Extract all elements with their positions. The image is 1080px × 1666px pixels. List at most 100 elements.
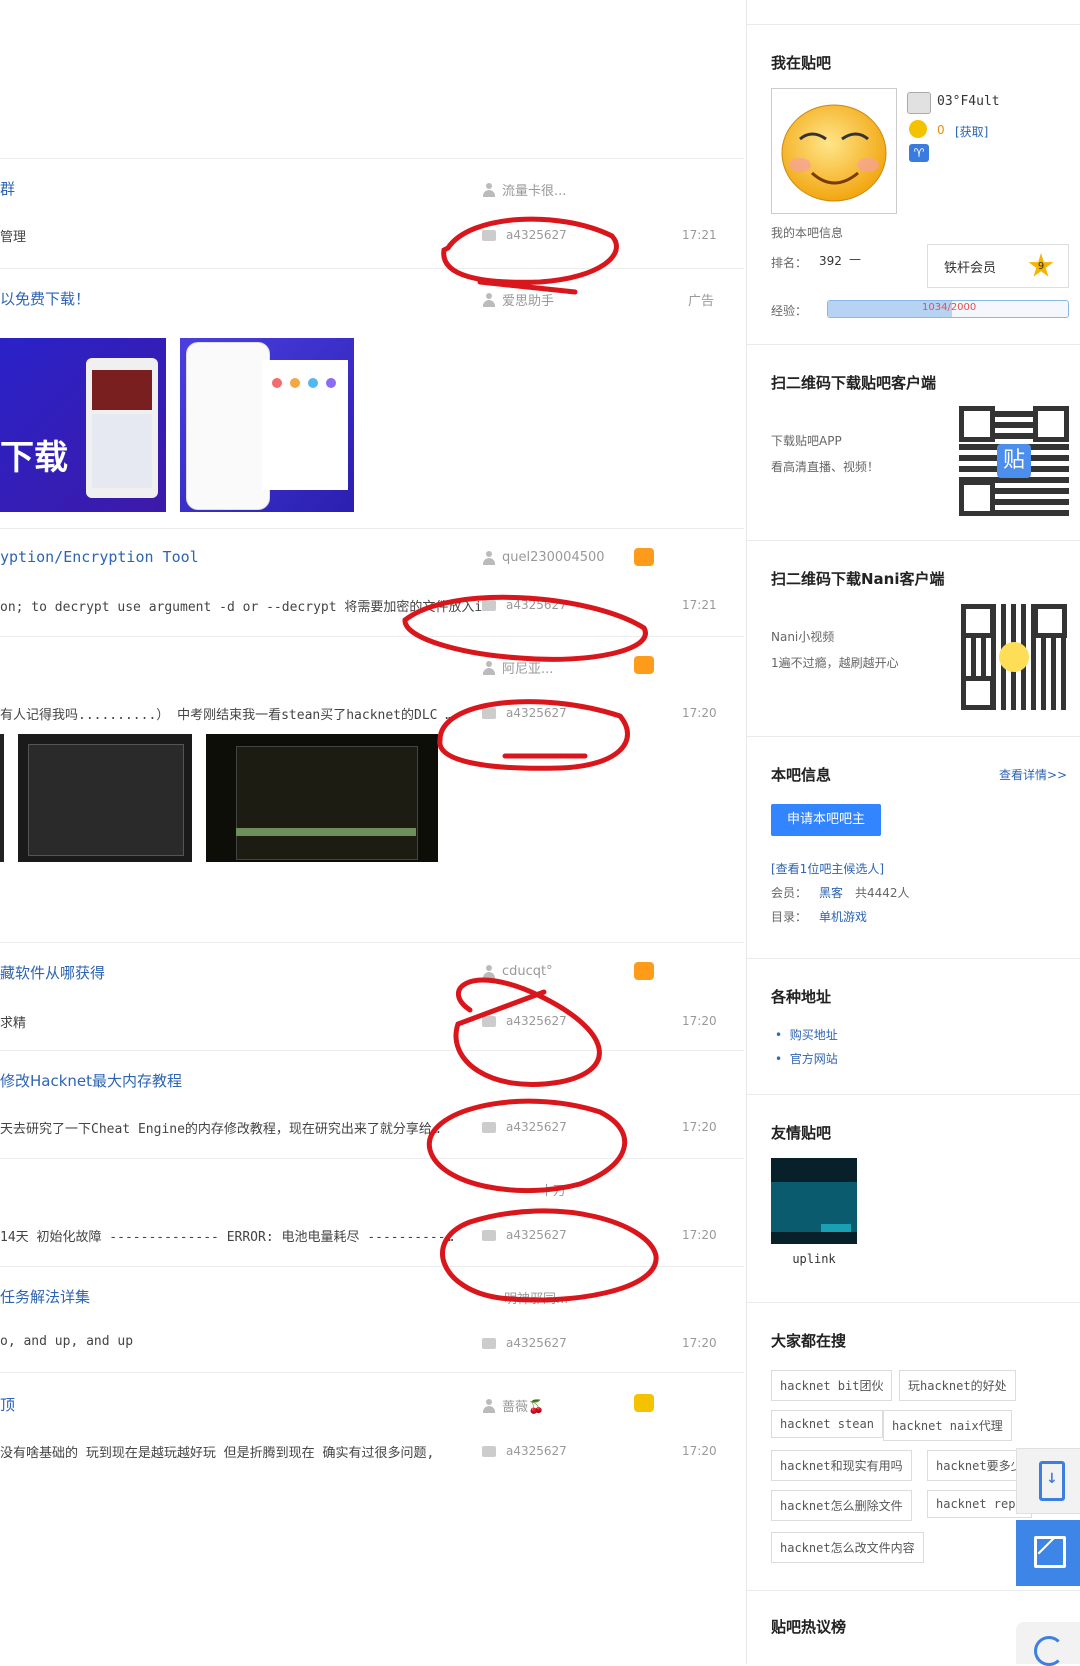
level-badge [634,548,654,566]
reply-icon [482,1121,496,1133]
reply-time: 17:20 [682,1444,717,1458]
reply-time: 17:20 [682,1120,717,1134]
thread-author[interactable]: 流量卡很... [482,180,566,199]
user-icon [482,182,496,197]
thread-title[interactable]: 群 [0,178,15,199]
username[interactable]: 03°F4ult [937,94,1000,109]
friend-bar-image[interactable] [771,1158,857,1244]
reply-icon [482,707,496,719]
exp-label: 经验： [771,304,808,318]
searching-title: 大家都在搜 [771,1332,847,1350]
thread-title[interactable]: 任务解法详集 [0,1286,90,1307]
last-reply[interactable]: a4325627 [482,1014,567,1028]
ad-image[interactable]: 下载 [0,338,166,512]
reply-icon [482,229,496,241]
search-tag[interactable]: hacknet和现实有用吗 [771,1450,912,1481]
candidates-link[interactable]: [查看1位吧主候选人] [771,860,884,877]
last-reply[interactable]: a4325627 [482,598,567,612]
rank-value: 392 [819,254,842,268]
thread-author[interactable]: cducqt° [482,964,553,979]
search-tag[interactable]: hacknet bit团伙 [771,1370,893,1401]
level-badge [634,1394,654,1412]
members-label: 会员： [771,886,808,900]
thread-author[interactable]: 阿尼亚... [482,658,553,677]
last-reply[interactable]: a4325627 [482,1444,567,1458]
user-icon [482,292,496,307]
nani-qr-code [961,604,1067,710]
app-qr-code: 贴 [959,406,1069,516]
compose-post-button[interactable]: | [1016,1520,1080,1586]
search-tag[interactable]: 玩hacknet的好处 [899,1370,1016,1401]
bar-info-more-link[interactable]: 查看详情>> [999,766,1067,783]
download-app-button[interactable]: ↓ [1016,1448,1080,1514]
nani-qr-line1: Nani小视频 [771,630,835,644]
thread-image[interactable] [0,734,4,862]
thread-author[interactable]: 蔷薇🍒 [482,1396,544,1415]
reply-time: 17:20 [682,1014,717,1028]
app-qr-title: 扫二维码下载贴吧客户端 [771,374,937,392]
friend-bars-title: 友情贴吧 [771,1124,832,1142]
user-icon [482,550,496,565]
thread-title[interactable]: 顶 [0,1394,15,1415]
thread-author[interactable]: 爱思助手 [482,290,554,309]
last-reply[interactable]: a4325627 [482,1120,567,1134]
last-reply[interactable]: a4325627 [482,228,567,242]
thread-abstract: 没有啥基础的 玩到现在是越玩越好玩 但是折腾到现在 确实有过很多问题, [0,1446,435,1461]
nani-qr-line2: 1遍不过瘾，越刷越开心 [771,656,899,670]
ad-image[interactable] [180,338,354,512]
thread-title[interactable]: 修改Hacknet最大内存教程 [0,1070,182,1091]
smiley-avatar-icon [781,104,887,202]
directory-value[interactable]: 单机游戏 [819,908,867,925]
reply-icon [482,1229,496,1241]
thread-author[interactable]: quel230004500 [482,550,605,565]
user-icon [482,964,496,979]
sidebar: 我在贴吧 03°F4ult 0 [获取] ♈ 我的本吧信息 排名： 392 — … [746,0,1080,1664]
refresh-button[interactable] [1016,1622,1080,1666]
member-level-star-icon: 9 [1028,253,1054,277]
apply-bar-owner-button[interactable]: 申请本吧吧主 [771,804,881,836]
user-avatar[interactable] [771,88,897,214]
last-reply[interactable]: a4325627 [482,706,567,720]
exp-value: 1034/2000 [922,302,977,313]
address-item[interactable]: • 官方网站 [775,1050,838,1067]
reply-time: 17:20 [682,706,717,720]
coin-icon [909,120,927,138]
get-coins-link[interactable]: [获取] [955,123,988,140]
member-badge[interactable]: 铁杆会员 9 [927,244,1069,288]
last-reply[interactable]: a4325627 [482,1336,567,1350]
search-tag[interactable]: hacknet stean [771,1410,883,1438]
thread-title[interactable]: 以免费下载！ [0,288,90,309]
reply-icon [482,599,496,611]
addresses-title: 各种地址 [771,988,832,1006]
thread-abstract: 求精 [0,1016,27,1031]
nani-logo-icon [999,642,1029,672]
thread-title[interactable]: yption/Encryption Tool [0,548,199,566]
reply-icon [482,1337,496,1349]
ad-banner-text: 下载 [0,438,68,478]
rank-label: 排名： [771,256,808,270]
thread-abstract: o, and up, and up [0,1334,134,1349]
refresh-icon [1034,1636,1064,1666]
address-item[interactable]: • 购买地址 [775,1026,838,1043]
last-reply[interactable]: a4325627 [482,1228,567,1242]
thread-abstract: 有人记得我吗..........） 中考刚结束我一看stean买了hacknet… [0,708,454,723]
members-count: 共4442人 [855,886,910,900]
friend-bar-name[interactable]: uplink [771,1252,857,1266]
nani-qr-title: 扫二维码下载Nani客户端 [771,570,945,588]
search-tag[interactable]: hacknet怎么删除文件 [771,1490,912,1521]
search-tag[interactable]: hacknet naix代理 [883,1410,1012,1441]
reply-time: 17:21 [682,228,717,242]
thread-image[interactable] [18,734,192,862]
thread-title[interactable]: 藏软件从哪获得 [0,962,105,983]
thread-author[interactable]: 十万 [540,1180,566,1199]
my-bar-title: 我在贴吧 [771,54,832,72]
search-tag[interactable]: hacknet怎么改文件内容 [771,1532,924,1563]
my-bar-info-label: 我的本吧信息 [771,226,844,240]
members-name[interactable]: 黑客 [819,884,843,901]
thread-author[interactable]: 明神邪同... [504,1288,568,1307]
level-badge [634,656,654,674]
thread-abstract: on; to decrypt use argument -d or --decr… [0,600,491,615]
thread-list: 群 流量卡很... 管理 a4325627 17:21 以免费下载！ 爱思助手 … [0,0,744,1664]
reply-time: 17:20 [682,1228,717,1242]
thread-image[interactable] [206,734,438,862]
